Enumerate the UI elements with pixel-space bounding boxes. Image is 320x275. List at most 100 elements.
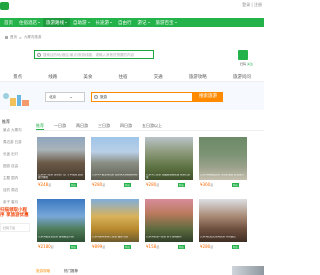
tour-caption[interactable]: 九寨沟一日游 含景区门票 专车接送 超值旅行体验 <box>38 174 84 180</box>
sidebar-item[interactable]: 周边游 日游 <box>3 140 22 145</box>
search-icon <box>37 53 41 57</box>
tab-3-day[interactable]: 三日游 <box>98 123 110 130</box>
promo-text[interactable]: 扫描领取小程序 享旅游优惠 <box>0 208 30 218</box>
price-unit: 起 <box>156 183 160 187</box>
sale-badge: 特价 <box>70 245 78 249</box>
price-unit: 起 <box>102 183 106 187</box>
nav-label: 自助游 <box>73 20 87 26</box>
app-download-label: 扫码下载 <box>3 226 16 230</box>
price-unit: 起 <box>48 183 52 187</box>
tour-caption[interactable]: 九寨沟黄龙五日游 高端精品小团 <box>38 236 84 242</box>
category-sights[interactable]: 景点 <box>13 72 22 81</box>
sidebar: 推荐 景点 九寨沟 周边游 日游 长途 出行 团游 自由 主题 国内 目的 周边… <box>0 118 30 275</box>
sidebar-item[interactable]: 亲子 蜜月 <box>3 200 18 205</box>
sale-badge: 特价 <box>178 245 186 249</box>
sale-badge: 特价 <box>124 245 132 249</box>
top-links[interactable]: 登录 | 注册 <box>242 2 262 8</box>
tab-recommended[interactable]: 推荐 <box>36 123 44 130</box>
sidebar-item[interactable]: 主题 国内 <box>3 176 18 181</box>
tab-2-day[interactable]: 两日游 <box>76 123 88 130</box>
tour-caption[interactable]: 九寨沟+黄龙两日游 高原风光纯玩无购物 <box>92 174 138 180</box>
nav-label: 游记 <box>137 20 147 26</box>
breadcrumb-home[interactable]: 首页 <box>10 35 17 40</box>
nav-label: 旅游百宝 <box>155 20 174 26</box>
category-bar: 景点 线路 美食 住宿 交通 旅游攻略 旅游问问 <box>0 72 264 82</box>
sidebar-item[interactable]: 目的 周边 <box>3 188 18 193</box>
top-bar: 登录 | 注册 <box>0 0 264 12</box>
sidebar-item[interactable]: 长途 出行 <box>3 152 18 157</box>
bottom-logo[interactable]: 旅游攻略 <box>36 269 50 274</box>
price-unit: 起 <box>210 183 214 187</box>
sale-badge: 特价 <box>124 183 132 187</box>
tour-card[interactable]: 九寨沟黄龙五日游 高端精品小团 ¥2180起 特价 <box>37 199 85 254</box>
app-download-box[interactable]: 扫码下载 <box>0 223 30 232</box>
qr-code-icon[interactable] <box>238 50 248 60</box>
category-routes[interactable]: 线路 <box>48 72 57 81</box>
chevron-down-icon <box>174 22 177 23</box>
sale-badge: 特价 <box>70 183 78 187</box>
tab-5-day-plus[interactable]: 五日游以上 <box>142 123 162 130</box>
tour-caption[interactable]: 九寨沟三日游 含藏族歌舞表演 观景台游览 <box>146 174 192 180</box>
tour-card[interactable]: 九寨沟花海一日游 亲子游玩推荐 ¥158起 特价 <box>145 199 193 254</box>
price-value: ¥2180 <box>38 244 51 249</box>
site-logo-icon[interactable] <box>0 2 9 10</box>
qr-sub-label: 关注 <box>247 62 254 66</box>
nav-item-long-trip[interactable]: 长途游 <box>93 20 116 26</box>
category-food[interactable]: 美食 <box>83 72 92 81</box>
home-icon <box>5 36 8 39</box>
sidebar-item[interactable]: 团游 自由 <box>3 164 18 169</box>
price-value: ¥248 <box>38 182 49 187</box>
destination-value: 旅游 <box>100 95 107 99</box>
tour-card[interactable]: 九寨沟纯玩四日游 住景区酒店 舒适出行 ¥360起 特价 <box>199 137 247 192</box>
sale-badge: 特价 <box>232 245 240 249</box>
chevron-down-icon <box>87 22 90 23</box>
tour-card[interactable]: 九寨沟+黄龙两日游 高原风光纯玩无购物 ¥280起 特价 <box>91 137 139 192</box>
category-guides[interactable]: 旅游攻略 <box>189 72 207 81</box>
bottom-text: 热门推荐 <box>64 269 78 273</box>
tour-caption[interactable]: 九寨沟纯玩四日游 住景区酒店 舒适出行 <box>200 174 246 180</box>
tour-price: ¥158起 <box>146 244 159 249</box>
category-transport[interactable]: 交通 <box>154 72 163 81</box>
sidebar-heading: 推荐 <box>2 119 10 124</box>
qr-label: 扫码 <box>240 62 247 66</box>
top-search-input[interactable]: 搜索目的地/酒店/景点/旅游线路，或输入其他您想要的内容 <box>34 50 154 59</box>
tour-card[interactable]: 九寨沟秋季彩林三日游 摄影专线 ¥899起 特价 <box>91 199 139 254</box>
breadcrumb-separator: > <box>19 35 22 40</box>
nav-item-more[interactable]: 旅游百宝 <box>153 20 180 26</box>
sale-badge: 特价 <box>178 183 186 187</box>
price-value: ¥280 <box>92 182 103 187</box>
tour-price: ¥248起 <box>38 182 51 187</box>
nav-item-hotels[interactable]: 住宿酒店 <box>16 20 43 26</box>
nav-item-home[interactable]: 首页 <box>1 20 16 26</box>
nav-item-free-travel[interactable]: 自由行 <box>115 20 135 26</box>
duration-tabs: 推荐 一日游 两日游 三日游 四日游 五日游以上 <box>36 123 264 131</box>
price-unit: 起 <box>156 245 160 249</box>
search-button[interactable]: 搜索旅游 <box>193 92 223 102</box>
origin-select[interactable]: 北京 <box>45 92 85 102</box>
tab-4-day[interactable]: 四日游 <box>120 123 132 130</box>
top-search-placeholder: 搜索目的地/酒店/景点/旅游线路，或输入其他您想要的内容 <box>43 53 135 57</box>
sidebar-item[interactable]: 景点 九寨沟 <box>3 128 22 133</box>
tour-card[interactable]: 九寨沟民俗文化两日游 特色餐饮 ¥280起 特价 <box>199 199 247 254</box>
search-icon <box>94 95 98 99</box>
bottom-strip: 旅游攻略 热门推荐 <box>36 266 264 275</box>
tour-price: ¥2180起 <box>38 244 54 249</box>
travel-illustration-icon <box>3 93 29 106</box>
tour-caption[interactable]: 九寨沟民俗文化两日游 特色餐饮 <box>200 236 246 242</box>
chevron-down-icon <box>70 97 72 98</box>
tour-card[interactable]: 九寨沟一日游 含景区门票 专车接送 超值旅行体验 ¥248起 特价 <box>37 137 85 192</box>
tour-card[interactable]: 九寨沟三日游 含藏族歌舞表演 观景台游览 ¥280起 特价 <box>145 137 193 192</box>
nav-item-routes[interactable]: 旅游路线 <box>43 18 70 27</box>
tour-price: ¥280起 <box>146 182 159 187</box>
nav-item-self-tour[interactable]: 自助游 <box>70 20 93 26</box>
tab-1-day[interactable]: 一日游 <box>54 123 66 130</box>
tour-caption[interactable]: 九寨沟秋季彩林三日游 摄影专线 <box>92 236 138 242</box>
tour-caption[interactable]: 九寨沟花海一日游 亲子游玩推荐 <box>146 236 192 242</box>
destination-search-input[interactable]: 旅游 <box>91 92 193 102</box>
bottom-thumbnail[interactable] <box>232 266 264 275</box>
nav-item-notes[interactable]: 游记 <box>135 20 153 26</box>
category-qa[interactable]: 旅游问问 <box>233 72 251 81</box>
category-lodging[interactable]: 住宿 <box>118 72 127 81</box>
price-value: ¥280 <box>200 244 211 249</box>
chevron-down-icon <box>38 22 40 23</box>
